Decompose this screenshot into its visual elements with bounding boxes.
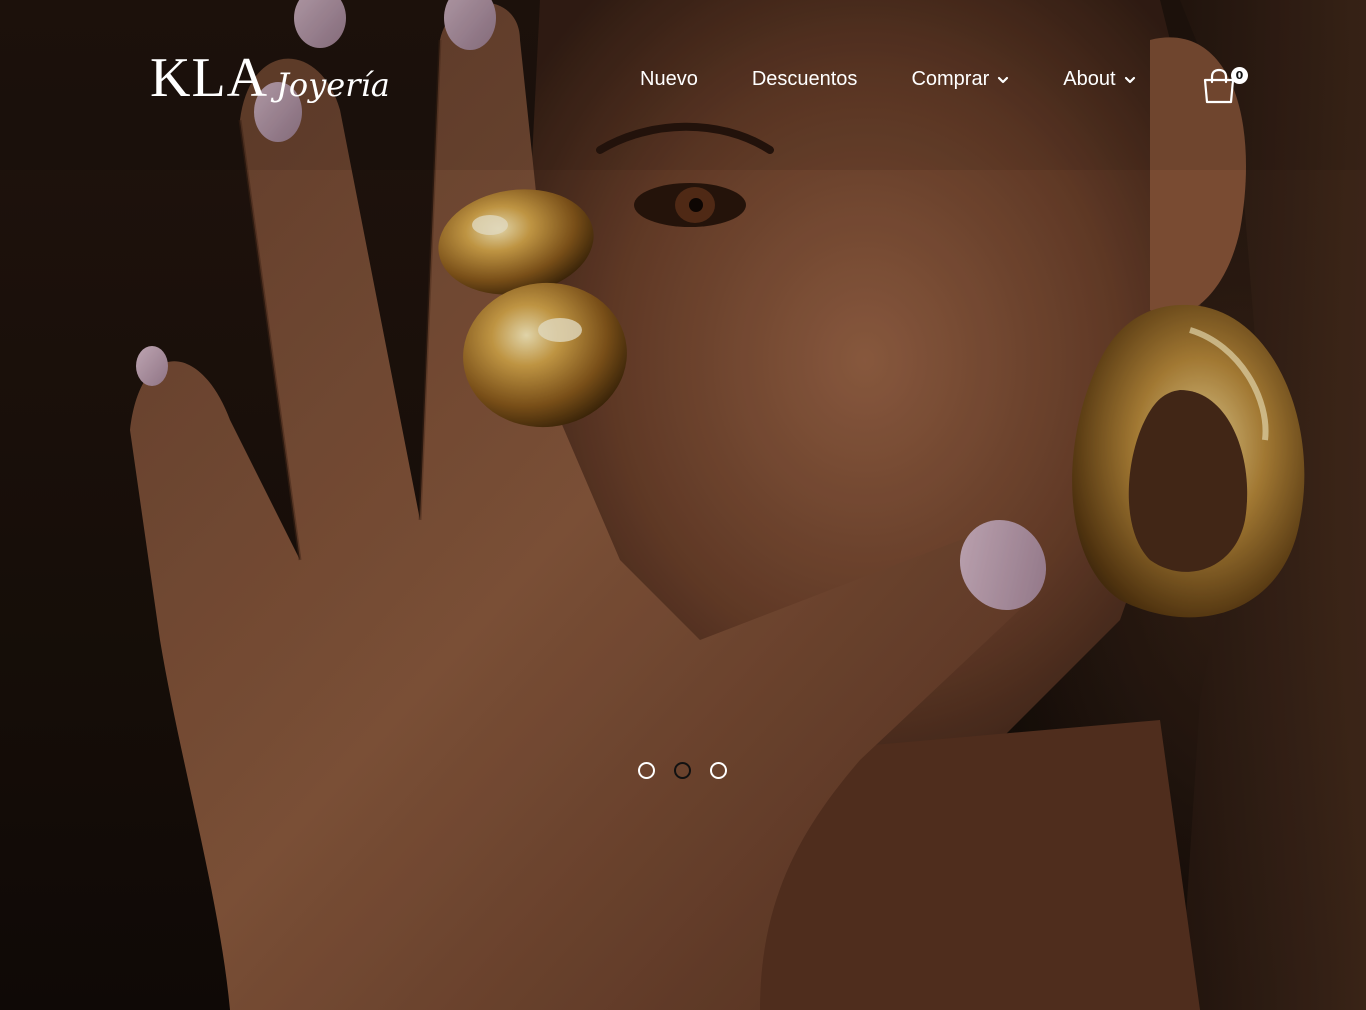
- slider-pagination: [638, 762, 727, 779]
- nav-label: About: [1063, 68, 1116, 90]
- chevron-down-icon: [998, 76, 1009, 83]
- nav-item-descuentos[interactable]: Descuentos: [752, 68, 858, 91]
- main-nav: Nuevo Descuentos Comprar About: [640, 68, 1136, 91]
- nav-item-comprar[interactable]: Comprar: [911, 68, 1009, 91]
- nav-item-about[interactable]: About: [1063, 68, 1135, 91]
- nav-label: Nuevo: [640, 68, 698, 90]
- slide-dot-2[interactable]: [674, 762, 691, 779]
- nav-label: Descuentos: [751, 68, 858, 90]
- brand-logo[interactable]: KLA Joyería: [150, 50, 390, 106]
- hero-banner: KLA Joyería Nuevo Descuentos Comprar Abo…: [0, 0, 1366, 1010]
- cart-count-badge: 0: [1231, 67, 1248, 84]
- brand-name: KLA: [150, 47, 269, 109]
- site-header: KLA Joyería Nuevo Descuentos Comprar Abo…: [0, 0, 1366, 170]
- brand-script: Joyería: [276, 66, 390, 104]
- nav-label: Comprar: [911, 68, 990, 90]
- slide-dot-3[interactable]: [710, 762, 727, 779]
- slide-dot-1[interactable]: [638, 762, 655, 779]
- nav-item-nuevo[interactable]: Nuevo: [640, 68, 698, 91]
- chevron-down-icon: [1124, 76, 1135, 83]
